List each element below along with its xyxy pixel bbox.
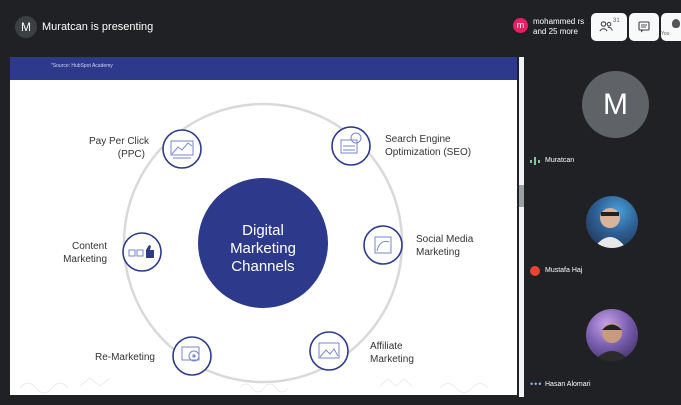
affiliate-label-2: Marketing [370,354,414,365]
presenter-avatar: M [15,16,37,38]
node-content: Content Marketing [63,232,162,272]
marketing-channels-diagram: Digital Marketing Channels Pay Per Click… [19,102,489,394]
bottom-bar [0,397,681,405]
remarketing-label: Re-Marketing [95,352,155,363]
slide-scrollbar-track[interactable] [519,57,524,397]
you-label: You [661,31,670,37]
people-button[interactable]: 31 [591,13,627,41]
presenting-status-text: Muratcan is presenting [42,21,154,33]
slide-scrollbar-thumb[interactable] [519,185,524,207]
content-label-2: Marketing [63,254,107,265]
social-label-2: Marketing [416,247,460,258]
person-silhouette-icon [594,323,630,361]
participant-avatar-muratcan: M [582,71,649,138]
chat-icon [638,21,650,33]
people-icon [599,21,613,32]
center-line-2: Marketing [230,240,296,257]
audio-level-icon [530,157,540,165]
center-line-1: Digital [242,222,284,239]
chat-button[interactable] [629,13,659,41]
shared-slide: "Source: HubSpot Academy Digital Marketi… [10,57,517,395]
node-seo: Search Engine Optimization (SEO) [331,126,471,166]
self-view-thumbnail[interactable]: You [661,13,681,41]
node-remarketing: Re-Marketing [95,336,212,376]
node-ppc: Pay Per Click (PPC) [89,129,202,169]
meet-window: M Muratcan is presenting m mohammed rs a… [0,0,681,405]
social-label-1: Social Media [416,234,474,245]
ppc-label-2: (PPC) [118,149,145,160]
slide-body: Digital Marketing Channels Pay Per Click… [10,80,517,395]
decorative-doodles [19,377,489,394]
muted-mic-icon [530,266,540,276]
seo-label-1: Search Engine [385,134,451,145]
self-avatar [672,19,680,28]
people-count: 31 [613,18,620,24]
participant-summary[interactable]: mohammed rs and 25 more [533,17,593,37]
participant-photo-hasan [586,309,638,361]
participant-name: mohammed rs [533,17,585,26]
participant-name-mustafa: Mustafa Haj [545,267,583,274]
node-affiliate: Affiliate Marketing [309,331,414,371]
node-social-media: Social Media Marketing [363,225,474,265]
participant-more: and 25 more [533,27,578,36]
top-bar: M Muratcan is presenting m mohammed rs a… [0,0,681,56]
content-label-1: Content [72,241,107,252]
participant-name-muratcan: Muratcan [545,157,575,164]
participant-photo-mustafa [586,196,638,248]
affiliate-label-1: Affiliate [370,341,403,352]
center-line-3: Channels [231,258,294,275]
more-options-icon[interactable]: ••• [530,380,542,389]
person-silhouette-icon [594,208,626,248]
participant-name-hasan: Hasan Alomari [545,381,591,388]
slide-source: "Source: HubSpot Academy [51,63,113,69]
participant-avatar: m [513,18,528,33]
slide-header: "Source: HubSpot Academy [10,57,517,80]
seo-label-2: Optimization (SEO) [385,147,471,158]
ppc-label-1: Pay Per Click [89,136,150,147]
